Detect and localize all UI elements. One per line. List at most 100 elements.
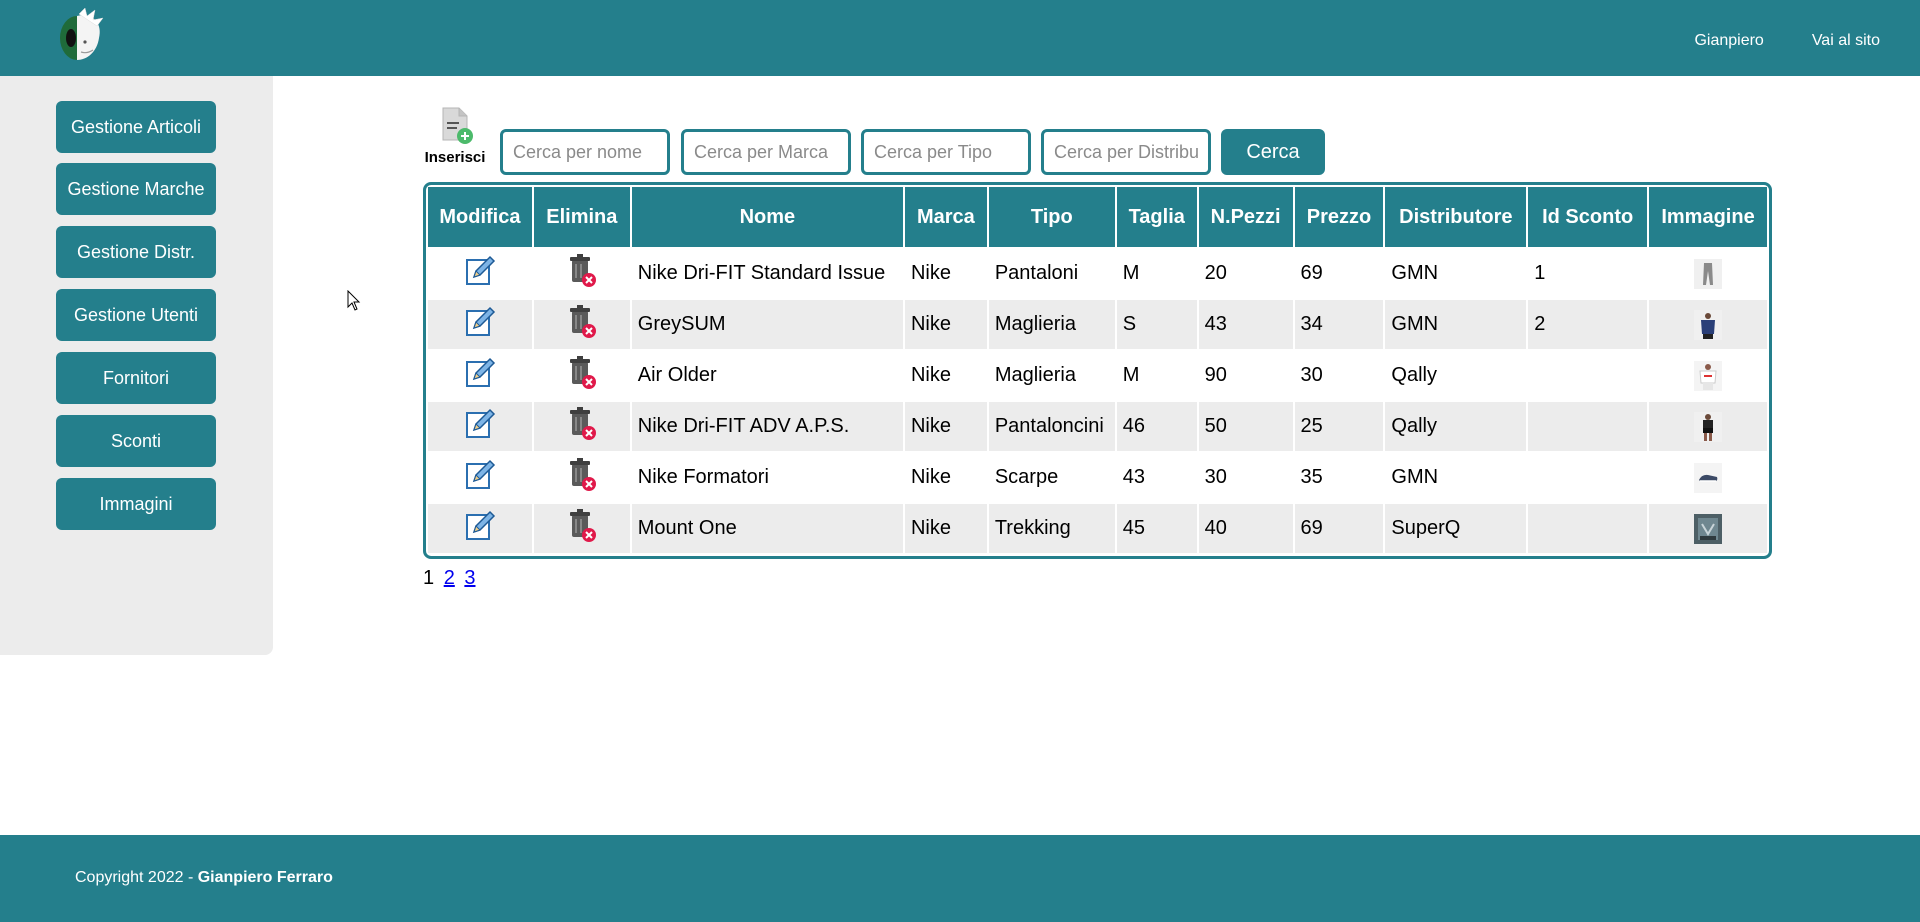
sidebar-item-sconti[interactable]: Sconti bbox=[56, 415, 216, 467]
cell-nome: Mount One bbox=[631, 504, 903, 553]
product-thumbnail[interactable] bbox=[1694, 258, 1723, 289]
cell-tipo: Maglieria bbox=[988, 300, 1115, 349]
cell-prezzo: 69 bbox=[1294, 249, 1384, 298]
search-button[interactable]: Cerca bbox=[1221, 129, 1325, 175]
cell-distributore: GMN bbox=[1385, 249, 1527, 298]
edit-icon[interactable] bbox=[464, 408, 496, 446]
edit-cell bbox=[428, 351, 532, 400]
edit-cell bbox=[428, 300, 532, 349]
cell-distributore: GMN bbox=[1385, 300, 1527, 349]
delete-cell bbox=[533, 351, 630, 400]
search-brand-input[interactable] bbox=[681, 129, 851, 175]
sidebar-item-gestione-marche[interactable]: Gestione Marche bbox=[56, 163, 216, 215]
edit-icon[interactable] bbox=[464, 357, 496, 395]
delete-cell bbox=[533, 453, 630, 502]
edit-icon[interactable] bbox=[464, 306, 496, 344]
nav-site-link[interactable]: Vai al sito bbox=[1812, 32, 1880, 50]
insert-label: Inserisci bbox=[424, 149, 486, 166]
sidebar-item-fornitori[interactable]: Fornitori bbox=[56, 352, 216, 404]
cell-immagine bbox=[1649, 504, 1767, 553]
search-distributor-input[interactable] bbox=[1041, 129, 1211, 175]
cell-tipo: Pantaloni bbox=[988, 249, 1115, 298]
cell-tipo: Pantaloncini bbox=[988, 402, 1115, 451]
cell-marca: Nike bbox=[904, 453, 987, 502]
articles-table: Modifica Elimina Nome Marca Tipo Taglia … bbox=[423, 182, 1772, 559]
delete-icon[interactable] bbox=[566, 253, 598, 294]
cell-taglia: 45 bbox=[1116, 504, 1197, 553]
current-page: 1 bbox=[423, 567, 435, 589]
top-bar: Gianpiero Vai al sito bbox=[0, 0, 1920, 76]
header-tipo: Tipo bbox=[988, 187, 1115, 247]
product-thumbnail[interactable] bbox=[1694, 462, 1723, 493]
cell-prezzo: 25 bbox=[1294, 402, 1384, 451]
edit-icon[interactable] bbox=[464, 510, 496, 548]
edit-cell bbox=[428, 249, 532, 298]
header-nome: Nome bbox=[631, 187, 903, 247]
sidebar-item-gestione-utenti[interactable]: Gestione Utenti bbox=[56, 289, 216, 341]
insert-button[interactable]: Inserisci bbox=[420, 106, 490, 166]
cell-marca: Nike bbox=[904, 300, 987, 349]
cell-distributore: GMN bbox=[1385, 453, 1527, 502]
sidebar: Gestione Articoli Gestione Marche Gestio… bbox=[0, 76, 273, 655]
table-header-row: Modifica Elimina Nome Marca Tipo Taglia … bbox=[428, 187, 1767, 247]
cell-immagine bbox=[1649, 351, 1767, 400]
header-prezzo: Prezzo bbox=[1294, 187, 1384, 247]
edit-icon[interactable] bbox=[464, 459, 496, 497]
footer: Copyright 2022 - Gianpiero Ferraro bbox=[0, 835, 1920, 922]
table-row: Mount One Nike Trekking 45 40 69 SuperQ bbox=[428, 504, 1767, 553]
product-thumbnail[interactable] bbox=[1694, 360, 1723, 391]
cell-taglia: M bbox=[1116, 249, 1197, 298]
cell-pezzi: 40 bbox=[1198, 504, 1293, 553]
delete-cell bbox=[533, 402, 630, 451]
cell-taglia: 46 bbox=[1116, 402, 1197, 451]
cell-immagine bbox=[1649, 249, 1767, 298]
product-thumbnail[interactable] bbox=[1694, 513, 1723, 544]
cell-pezzi: 50 bbox=[1198, 402, 1293, 451]
delete-icon[interactable] bbox=[566, 508, 598, 549]
cell-marca: Nike bbox=[904, 504, 987, 553]
sidebar-item-immagini[interactable]: Immagini bbox=[56, 478, 216, 530]
table-row: Air Older Nike Maglieria M 90 30 Qally bbox=[428, 351, 1767, 400]
page-link-3[interactable]: 3 bbox=[464, 567, 475, 589]
header-immagine: Immagine bbox=[1649, 187, 1767, 247]
cell-prezzo: 34 bbox=[1294, 300, 1384, 349]
delete-icon[interactable] bbox=[566, 355, 598, 396]
cell-pezzi: 30 bbox=[1198, 453, 1293, 502]
header-elimina: Elimina bbox=[533, 187, 630, 247]
logo-icon[interactable] bbox=[55, 8, 105, 64]
sidebar-item-gestione-distr[interactable]: Gestione Distr. bbox=[56, 226, 216, 278]
product-thumbnail[interactable] bbox=[1694, 309, 1723, 340]
cell-immagine bbox=[1649, 402, 1767, 451]
cell-marca: Nike bbox=[904, 249, 987, 298]
search-name-input[interactable] bbox=[500, 129, 670, 175]
edit-cell bbox=[428, 453, 532, 502]
page-link-2[interactable]: 2 bbox=[444, 567, 455, 589]
cell-prezzo: 69 bbox=[1294, 504, 1384, 553]
delete-icon[interactable] bbox=[566, 304, 598, 345]
delete-cell bbox=[533, 504, 630, 553]
cell-sconto bbox=[1528, 351, 1648, 400]
sidebar-item-gestione-articoli[interactable]: Gestione Articoli bbox=[56, 101, 216, 153]
delete-icon[interactable] bbox=[566, 457, 598, 498]
header-distributore: Distributore bbox=[1385, 187, 1527, 247]
cell-prezzo: 35 bbox=[1294, 453, 1384, 502]
nav-user-link[interactable]: Gianpiero bbox=[1694, 32, 1763, 50]
product-thumbnail[interactable] bbox=[1694, 411, 1723, 442]
header-modifica: Modifica bbox=[428, 187, 532, 247]
cell-pezzi: 43 bbox=[1198, 300, 1293, 349]
cell-sconto: 2 bbox=[1528, 300, 1648, 349]
copyright-text: Copyright 2022 - Gianpiero Ferraro bbox=[75, 869, 333, 887]
table-row: Nike Dri-FIT ADV A.P.S. Nike Pantaloncini 4… bbox=[428, 402, 1767, 451]
delete-cell bbox=[533, 300, 630, 349]
cell-prezzo: 30 bbox=[1294, 351, 1384, 400]
delete-icon[interactable] bbox=[566, 406, 598, 447]
mouse-cursor-icon bbox=[347, 290, 361, 311]
edit-icon[interactable] bbox=[464, 255, 496, 293]
cell-immagine bbox=[1649, 453, 1767, 502]
cell-immagine bbox=[1649, 300, 1767, 349]
header-id-sconto: Id Sconto bbox=[1528, 187, 1648, 247]
cell-taglia: 43 bbox=[1116, 453, 1197, 502]
copyright-prefix: Copyright 2022 - bbox=[75, 869, 198, 886]
cell-taglia: S bbox=[1116, 300, 1197, 349]
search-type-input[interactable] bbox=[861, 129, 1031, 175]
